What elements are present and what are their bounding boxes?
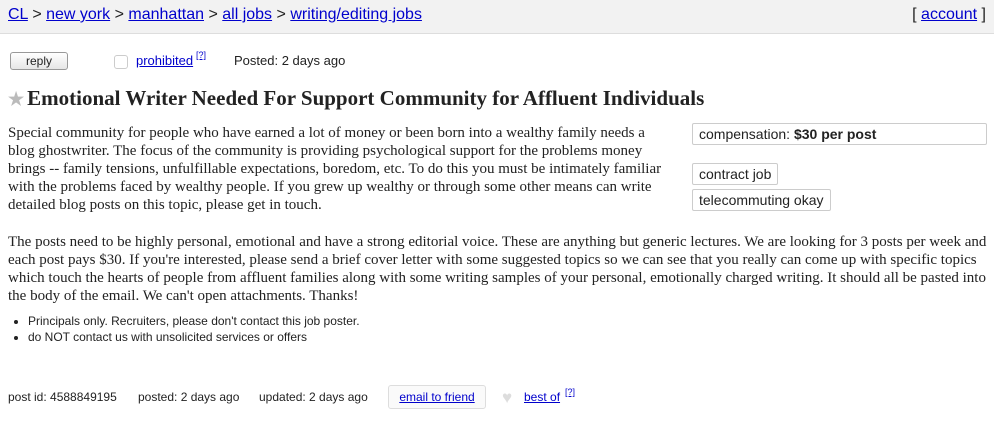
reply-button[interactable]: reply — [10, 52, 68, 70]
notices-list: Principals only. Recruiters, please don'… — [8, 313, 360, 345]
posting-body-paragraph-2: The posts need to be highly personal, em… — [8, 234, 987, 304]
breadcrumb-separator: > — [208, 6, 218, 23]
breadcrumb-separator: > — [32, 6, 42, 23]
notice-item: do NOT contact us with unsolicited servi… — [28, 329, 360, 345]
breadcrumb-separator: > — [114, 6, 124, 23]
compensation-attribute: compensation: $30 per post — [692, 123, 987, 145]
footer-updated-date: updated: 2 days ago — [259, 390, 368, 404]
star-icon[interactable]: ★ — [8, 89, 24, 109]
breadcrumb-bar: CL > new york > manhattan > all jobs > w… — [0, 0, 994, 34]
telecommute-attribute: telecommuting okay — [692, 189, 831, 211]
best-of-help-link[interactable]: [?] — [565, 387, 575, 397]
best-of-link[interactable]: best of — [524, 390, 560, 404]
breadcrumb-new-york[interactable]: new york — [46, 6, 110, 23]
posting-title: ★ Emotional Writer Needed For Support Com… — [8, 86, 704, 111]
breadcrumb-all-jobs[interactable]: all jobs — [222, 6, 272, 23]
footer-posted-date: posted: 2 days ago — [138, 390, 240, 404]
breadcrumb-separator: > — [276, 6, 286, 23]
job-type-attribute: contract job — [692, 163, 779, 185]
compensation-value: $30 per post — [793, 126, 877, 142]
prohibited-link[interactable]: prohibited — [136, 53, 193, 68]
breadcrumb-writing-editing-jobs[interactable]: writing/editing jobs — [290, 6, 422, 23]
breadcrumb: CL > new york > manhattan > all jobs > w… — [8, 6, 422, 24]
email-to-friend-button[interactable]: email to friend — [388, 385, 486, 409]
prohibited-checkbox[interactable] — [114, 55, 128, 69]
posting-title-text: Emotional Writer Needed For Support Comm… — [27, 86, 705, 110]
prohibited-help-link[interactable]: [?] — [196, 50, 206, 60]
heart-icon[interactable]: ♥ — [502, 388, 512, 408]
compensation-label: compensation: — [699, 126, 791, 142]
account-area: [ account ] — [912, 6, 986, 24]
breadcrumb-cl[interactable]: CL — [8, 6, 28, 23]
posting-body-paragraph-1: Special community for people who have ea… — [8, 125, 662, 213]
notice-item: Principals only. Recruiters, please don'… — [28, 313, 360, 329]
post-id: post id: 4588849195 — [8, 390, 117, 404]
breadcrumb-manhattan[interactable]: manhattan — [128, 6, 204, 23]
account-link[interactable]: account — [921, 6, 977, 23]
bracket-open: [ — [912, 6, 917, 23]
bracket-close: ] — [981, 6, 986, 23]
posted-date: Posted: 2 days ago — [234, 53, 346, 68]
